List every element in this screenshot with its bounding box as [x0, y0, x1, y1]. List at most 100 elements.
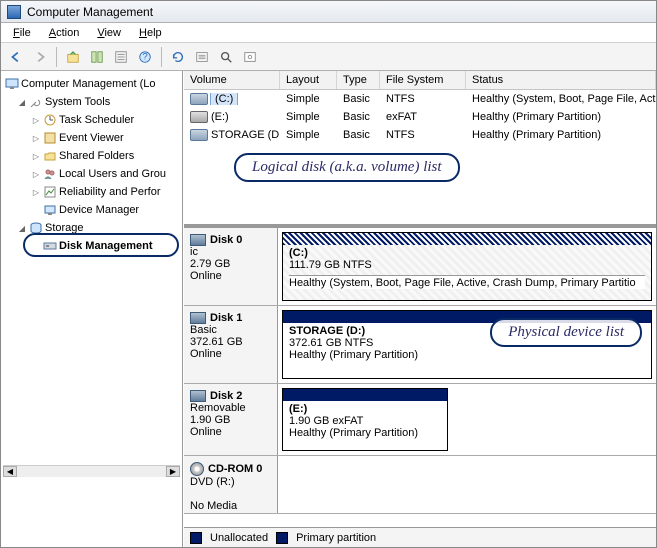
- menu-view[interactable]: View: [89, 25, 129, 41]
- disk-meta: CD-ROM 0 DVD (R:) No Media: [184, 456, 278, 513]
- partition[interactable]: (C:) 111.79 GB NTFS Healthy (System, Boo…: [282, 232, 652, 301]
- col-filesystem[interactable]: File System: [380, 71, 466, 89]
- disk-type: DVD (R:): [190, 476, 271, 488]
- disk-type: ic: [190, 246, 271, 258]
- tree-task-scheduler[interactable]: ▷ Task Scheduler: [3, 111, 180, 129]
- tree-label: Reliability and Perfor: [59, 186, 161, 198]
- tree-storage[interactable]: ◢ Storage: [3, 219, 180, 237]
- tree-device-manager[interactable]: Device Manager: [3, 201, 180, 219]
- disk-row[interactable]: Disk 0 ic 2.79 GB Online (C:) 111.79 GB …: [184, 228, 656, 306]
- toolbar-back-button[interactable]: [5, 46, 27, 68]
- tree-disk-management[interactable]: Disk Management: [3, 237, 180, 255]
- disk-row[interactable]: CD-ROM 0 DVD (R:) No Media: [184, 456, 656, 514]
- spacer: [31, 205, 41, 215]
- volume-status: Healthy (Primary Partition): [466, 129, 656, 141]
- computer-icon: [5, 77, 19, 91]
- volume-type: Basic: [337, 129, 380, 141]
- volume-row[interactable]: (C:) Simple Basic NTFS Healthy (System, …: [184, 90, 656, 108]
- tree-reliability[interactable]: ▷ Reliability and Perfor: [3, 183, 180, 201]
- col-type[interactable]: Type: [337, 71, 380, 89]
- expand-collapse-icon[interactable]: ◢: [17, 97, 27, 107]
- tree-root[interactable]: Computer Management (Lo: [3, 75, 180, 93]
- disk-icon: [43, 239, 57, 253]
- window-titlebar: Computer Management: [1, 1, 656, 23]
- toolbar-refresh-button[interactable]: [167, 46, 189, 68]
- volume-list: Volume Layout Type File System Status (C…: [184, 71, 656, 228]
- volume-fs: NTFS: [380, 93, 466, 105]
- tree-label: Shared Folders: [59, 150, 134, 162]
- tools-icon: [29, 95, 43, 109]
- toolbar-help-button[interactable]: ?: [134, 46, 156, 68]
- tree-label: Disk Management: [59, 240, 153, 252]
- menu-bar: File Action View Help: [1, 23, 656, 43]
- expand-collapse-icon[interactable]: ▷: [31, 115, 41, 125]
- scroll-track[interactable]: [17, 466, 166, 477]
- expand-collapse-icon[interactable]: ▷: [31, 151, 41, 161]
- tree-label: Computer Management (Lo: [21, 78, 156, 90]
- disk-list: Disk 0 ic 2.79 GB Online (C:) 111.79 GB …: [184, 228, 656, 527]
- expand-collapse-icon[interactable]: ▷: [31, 169, 41, 179]
- volume-fs: exFAT: [380, 111, 466, 123]
- nav-tree[interactable]: Computer Management (Lo ◢ System Tools ▷…: [1, 71, 183, 547]
- volume-status: Healthy (System, Boot, Page File, Active…: [466, 93, 656, 105]
- disk-name: Disk 1: [210, 312, 242, 324]
- partition-health: Healthy (System, Boot, Page File, Active…: [289, 275, 645, 289]
- perf-icon: [43, 185, 57, 199]
- toolbar-properties-button[interactable]: [110, 46, 132, 68]
- tree-horizontal-scrollbar[interactable]: ◀ ▶: [3, 465, 180, 477]
- col-status[interactable]: Status: [466, 71, 656, 89]
- tree-label: Local Users and Grou: [59, 168, 166, 180]
- disk-meta: Disk 0 ic 2.79 GB Online: [184, 228, 278, 305]
- col-layout[interactable]: Layout: [280, 71, 337, 89]
- scroll-right-icon[interactable]: ▶: [166, 466, 180, 477]
- disk-icon: [190, 390, 206, 402]
- partition-label: (C:): [289, 247, 645, 259]
- disk-status: Online: [190, 426, 271, 438]
- toolbar-settings-button[interactable]: [239, 46, 261, 68]
- legend-swatch-primary: [276, 532, 288, 544]
- disk-meta: Disk 1 Basic 372.61 GB Online: [184, 306, 278, 383]
- toolbar-show-hide-button[interactable]: [86, 46, 108, 68]
- menu-file[interactable]: File: [5, 25, 39, 41]
- tree-local-users[interactable]: ▷ Local Users and Grou: [3, 165, 180, 183]
- partition[interactable]: STORAGE (D:) 372.61 GB NTFS Healthy (Pri…: [282, 310, 652, 379]
- tree-event-viewer[interactable]: ▷ Event Viewer: [3, 129, 180, 147]
- disk-status: No Media: [190, 500, 271, 512]
- tree-system-tools[interactable]: ◢ System Tools: [3, 93, 180, 111]
- svg-text:?: ?: [142, 51, 147, 62]
- partition-header: [283, 233, 651, 245]
- legend-label: Primary partition: [296, 532, 376, 544]
- device-icon: [43, 203, 57, 217]
- disk-type: Basic: [190, 324, 271, 336]
- volume-row[interactable]: (E:) Simple Basic exFAT Healthy (Primary…: [184, 108, 656, 126]
- tree-label: Event Viewer: [59, 132, 124, 144]
- disk-row[interactable]: Disk 2 Removable 1.90 GB Online (E:) 1.9…: [184, 384, 656, 456]
- toolbar-list-button[interactable]: [191, 46, 213, 68]
- disk-type: Removable: [190, 402, 271, 414]
- menu-action[interactable]: Action: [41, 25, 88, 41]
- toolbar-find-button[interactable]: [215, 46, 237, 68]
- partition-size: 372.61 GB NTFS: [289, 337, 645, 349]
- toolbar-forward-button[interactable]: [29, 46, 51, 68]
- partition[interactable]: (E:) 1.90 GB exFAT Healthy (Primary Part…: [282, 388, 448, 451]
- tree-label: Device Manager: [59, 204, 139, 216]
- tree-label: Storage: [45, 222, 84, 234]
- col-volume[interactable]: Volume: [184, 71, 280, 89]
- disk-row[interactable]: Disk 1 Basic 372.61 GB Online STORAGE (D…: [184, 306, 656, 384]
- tree-label: Task Scheduler: [59, 114, 134, 126]
- content-pane: Volume Layout Type File System Status (C…: [183, 71, 656, 547]
- volume-type: Basic: [337, 93, 380, 105]
- window-title: Computer Management: [27, 5, 153, 19]
- volume-name: (C:): [211, 93, 237, 105]
- expand-collapse-icon[interactable]: ▷: [31, 133, 41, 143]
- scroll-left-icon[interactable]: ◀: [3, 466, 17, 477]
- volume-status: Healthy (Primary Partition): [466, 111, 656, 123]
- volume-row[interactable]: STORAGE (D:) Simple Basic NTFS Healthy (…: [184, 126, 656, 144]
- expand-collapse-icon[interactable]: ▷: [31, 187, 41, 197]
- menu-help[interactable]: Help: [131, 25, 170, 41]
- partition-health: Healthy (Primary Partition): [289, 427, 441, 439]
- volume-name: STORAGE (D:): [211, 129, 280, 141]
- toolbar-up-button[interactable]: [62, 46, 84, 68]
- expand-collapse-icon[interactable]: ◢: [17, 223, 27, 233]
- tree-shared-folders[interactable]: ▷ Shared Folders: [3, 147, 180, 165]
